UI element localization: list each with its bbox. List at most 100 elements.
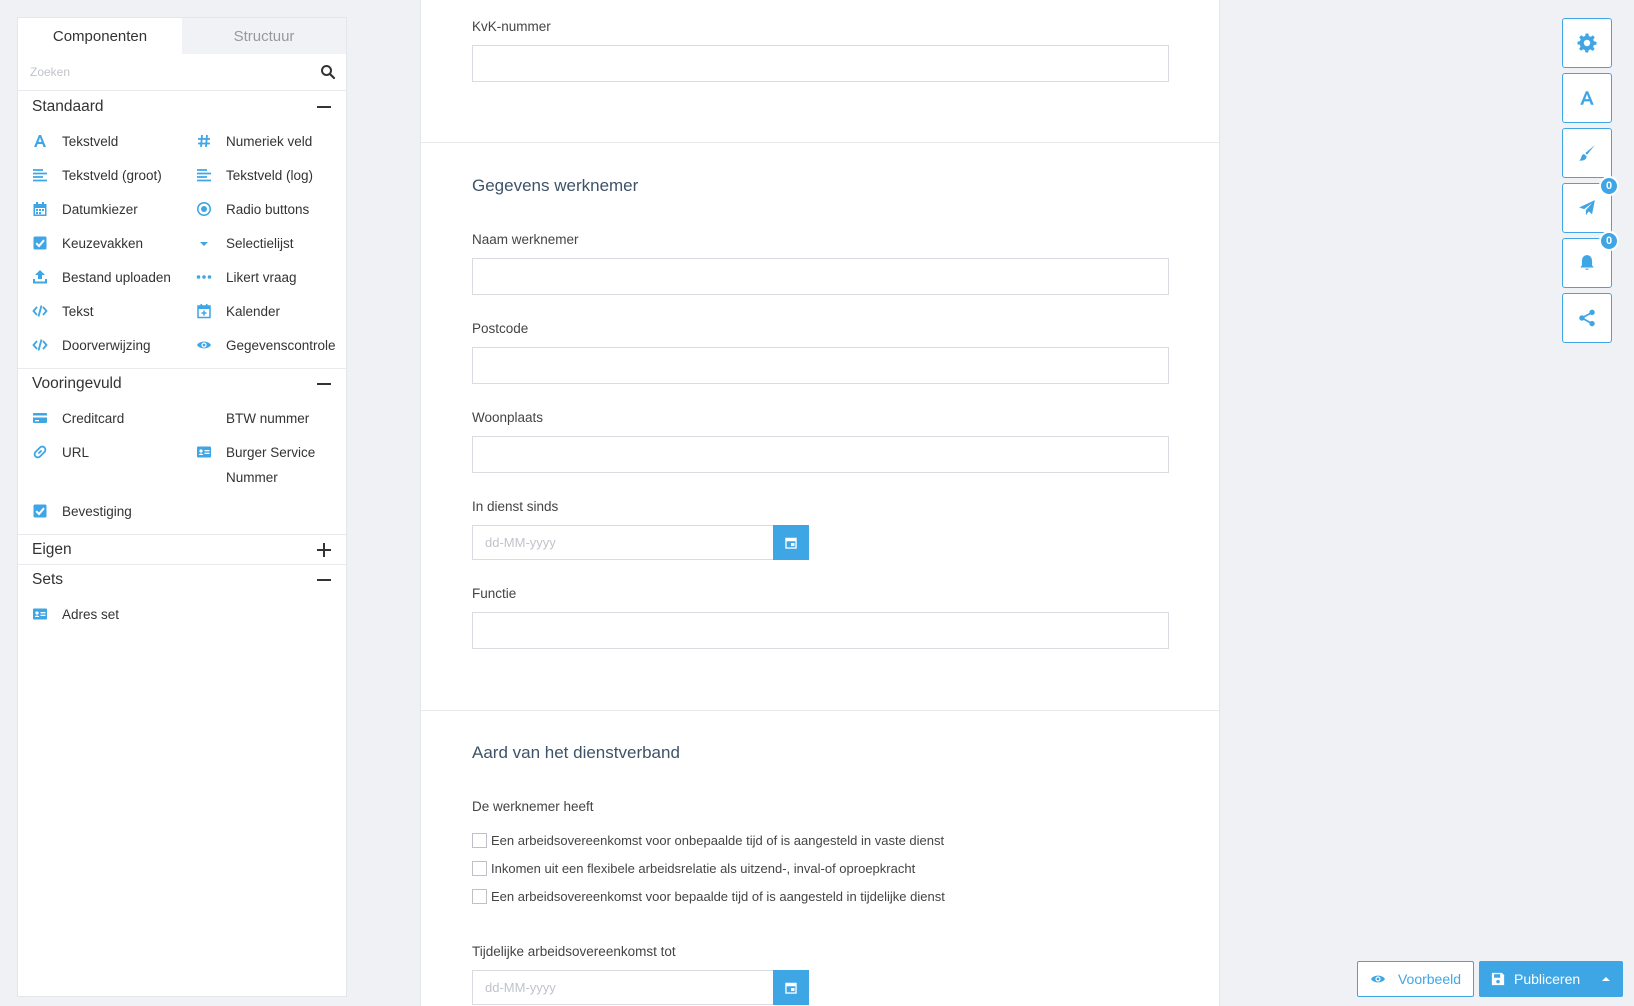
calendar-icon <box>33 202 47 216</box>
component-search <box>18 54 346 91</box>
postcode-label: Postcode <box>472 321 529 336</box>
notifications-button[interactable]: 0 <box>1562 231 1619 288</box>
component-tekst[interactable]: Tekst <box>32 294 196 328</box>
component-bevestiging[interactable]: Bevestiging <box>32 494 196 528</box>
section-header-standaard[interactable]: Standaard <box>18 92 346 122</box>
credit-card-icon <box>33 413 47 423</box>
component-datumkiezer[interactable]: Datumkiezer <box>32 192 196 226</box>
kvk-input[interactable] <box>472 45 1169 82</box>
hash-icon <box>198 134 210 148</box>
section-divider <box>421 710 1219 711</box>
section-standaard: Standaard Tekstveld Numeriek veld Tekstv… <box>18 92 346 369</box>
naam-label: Naam werknemer <box>472 232 579 247</box>
option-bepaalde-tijd[interactable]: Een arbeidsovereenkomst voor bepaalde ti… <box>472 889 945 904</box>
save-icon <box>1491 972 1505 986</box>
gear-icon <box>1577 33 1597 53</box>
components-panel: Componenten Structuur Standaard Tekstvel… <box>17 17 347 997</box>
kvk-label: KvK-nummer <box>472 19 551 34</box>
section-header-vooringevuld[interactable]: Vooringevuld <box>18 369 346 399</box>
paper-plane-icon <box>1579 200 1595 216</box>
functie-input[interactable] <box>472 612 1169 649</box>
component-grid: Creditcard BTW nummer URL Burger Service… <box>18 399 346 528</box>
werknemer-heeft-label: De werknemer heeft <box>472 799 594 814</box>
section-title: Eigen <box>32 540 72 558</box>
publish-button[interactable]: Publiceren <box>1479 961 1623 997</box>
postcode-input[interactable] <box>472 347 1169 384</box>
caret-up-icon <box>1602 977 1610 981</box>
woonplaats-input[interactable] <box>472 436 1169 473</box>
ellipsis-icon <box>196 275 212 279</box>
section-divider <box>421 142 1219 143</box>
checkbox[interactable] <box>472 889 487 904</box>
tijdelijk-date-input[interactable]: dd-MM-yyyy <box>472 970 773 1005</box>
in-dienst-date-input[interactable]: dd-MM-yyyy <box>472 525 773 560</box>
tijdelijk-label: Tijdelijke arbeidsovereenkomst tot <box>472 944 676 959</box>
collapse-icon[interactable] <box>316 572 332 588</box>
share-button[interactable] <box>1562 293 1612 343</box>
component-url[interactable]: URL <box>32 435 196 494</box>
panel-tabs: Componenten Structuur <box>18 18 346 54</box>
id-card-icon <box>197 446 211 458</box>
component-tekstveld-groot[interactable]: Tekstveld (groot) <box>32 158 196 192</box>
tab-componenten[interactable]: Componenten <box>18 18 182 54</box>
checkbox-icon <box>33 504 47 518</box>
component-gegevenscontrole[interactable]: Gegevenscontrole <box>196 328 360 362</box>
expand-icon[interactable] <box>316 542 332 558</box>
search-input[interactable] <box>18 54 346 90</box>
component-doorverwijzing[interactable]: Doorverwijzing <box>32 328 196 362</box>
calendar-button[interactable] <box>773 970 809 1005</box>
component-keuzevakken[interactable]: Keuzevakken <box>32 226 196 260</box>
collapse-icon[interactable] <box>316 99 332 115</box>
section-header-eigen[interactable]: Eigen <box>18 535 346 564</box>
component-numeriek-veld[interactable]: Numeriek veld <box>196 124 360 158</box>
eye-icon <box>1370 975 1385 983</box>
align-left-icon <box>197 169 211 182</box>
component-bestand-uploaden[interactable]: Bestand uploaden <box>32 260 196 294</box>
style-button[interactable] <box>1562 128 1612 178</box>
option-onbepaalde-tijd[interactable]: Een arbeidsovereenkomst voor onbepaalde … <box>472 833 944 848</box>
component-tekstveld-log[interactable]: Tekstveld (log) <box>196 158 360 192</box>
publish-options-toggle[interactable] <box>1589 961 1623 997</box>
form-canvas: KvK-nummer Gegevens werknemer Naam werkn… <box>420 0 1220 1006</box>
settings-button[interactable] <box>1562 18 1612 68</box>
publish-main[interactable]: Publiceren <box>1479 971 1589 987</box>
component-creditcard[interactable]: Creditcard <box>32 401 196 435</box>
send-button[interactable]: 0 <box>1562 176 1619 233</box>
naam-input[interactable] <box>472 258 1169 295</box>
id-card-icon <box>33 608 47 620</box>
notifications-badge: 0 <box>1599 231 1619 251</box>
option-flexibel[interactable]: Inkomen uit een flexibele arbeidsrelatie… <box>472 861 915 876</box>
code-icon <box>32 305 48 317</box>
component-kalender[interactable]: Kalender <box>196 294 360 328</box>
search-icon[interactable] <box>320 64 336 80</box>
component-radio-buttons[interactable]: Radio buttons <box>196 192 360 226</box>
preview-button[interactable]: Voorbeeld <box>1357 961 1474 997</box>
caret-down-icon <box>200 242 208 246</box>
component-likert-vraag[interactable]: Likert vraag <box>196 260 360 294</box>
checkbox-icon <box>33 236 47 250</box>
font-icon <box>1580 91 1594 105</box>
collapse-icon[interactable] <box>316 376 332 392</box>
align-left-icon <box>33 169 47 182</box>
section-title-dienstverband: Aard van het dienstverband <box>472 743 680 762</box>
code-icon <box>32 339 48 351</box>
tab-structuur[interactable]: Structuur <box>182 18 346 54</box>
section-sets: Sets Adres set <box>18 565 346 631</box>
typography-button[interactable] <box>1562 73 1612 123</box>
checkbox[interactable] <box>472 833 487 848</box>
checkbox[interactable] <box>472 861 487 876</box>
component-btw-nummer[interactable]: BTW nummer <box>196 401 360 435</box>
component-grid: Adres set <box>18 595 346 631</box>
share-icon <box>1579 309 1595 327</box>
calendar-button[interactable] <box>773 525 809 560</box>
link-icon <box>33 445 47 459</box>
section-header-sets[interactable]: Sets <box>18 565 346 595</box>
component-adres-set[interactable]: Adres set <box>32 597 196 631</box>
component-burger-service-nummer[interactable]: Burger Service Nummer <box>196 435 360 494</box>
component-tekstveld[interactable]: Tekstveld <box>32 124 196 158</box>
bell-icon <box>1580 255 1594 270</box>
paintbrush-icon <box>1579 145 1595 161</box>
component-selectielijst[interactable]: Selectielijst <box>196 226 360 260</box>
send-badge: 0 <box>1599 176 1619 196</box>
tijdelijk-date-picker: dd-MM-yyyy <box>472 970 809 1005</box>
